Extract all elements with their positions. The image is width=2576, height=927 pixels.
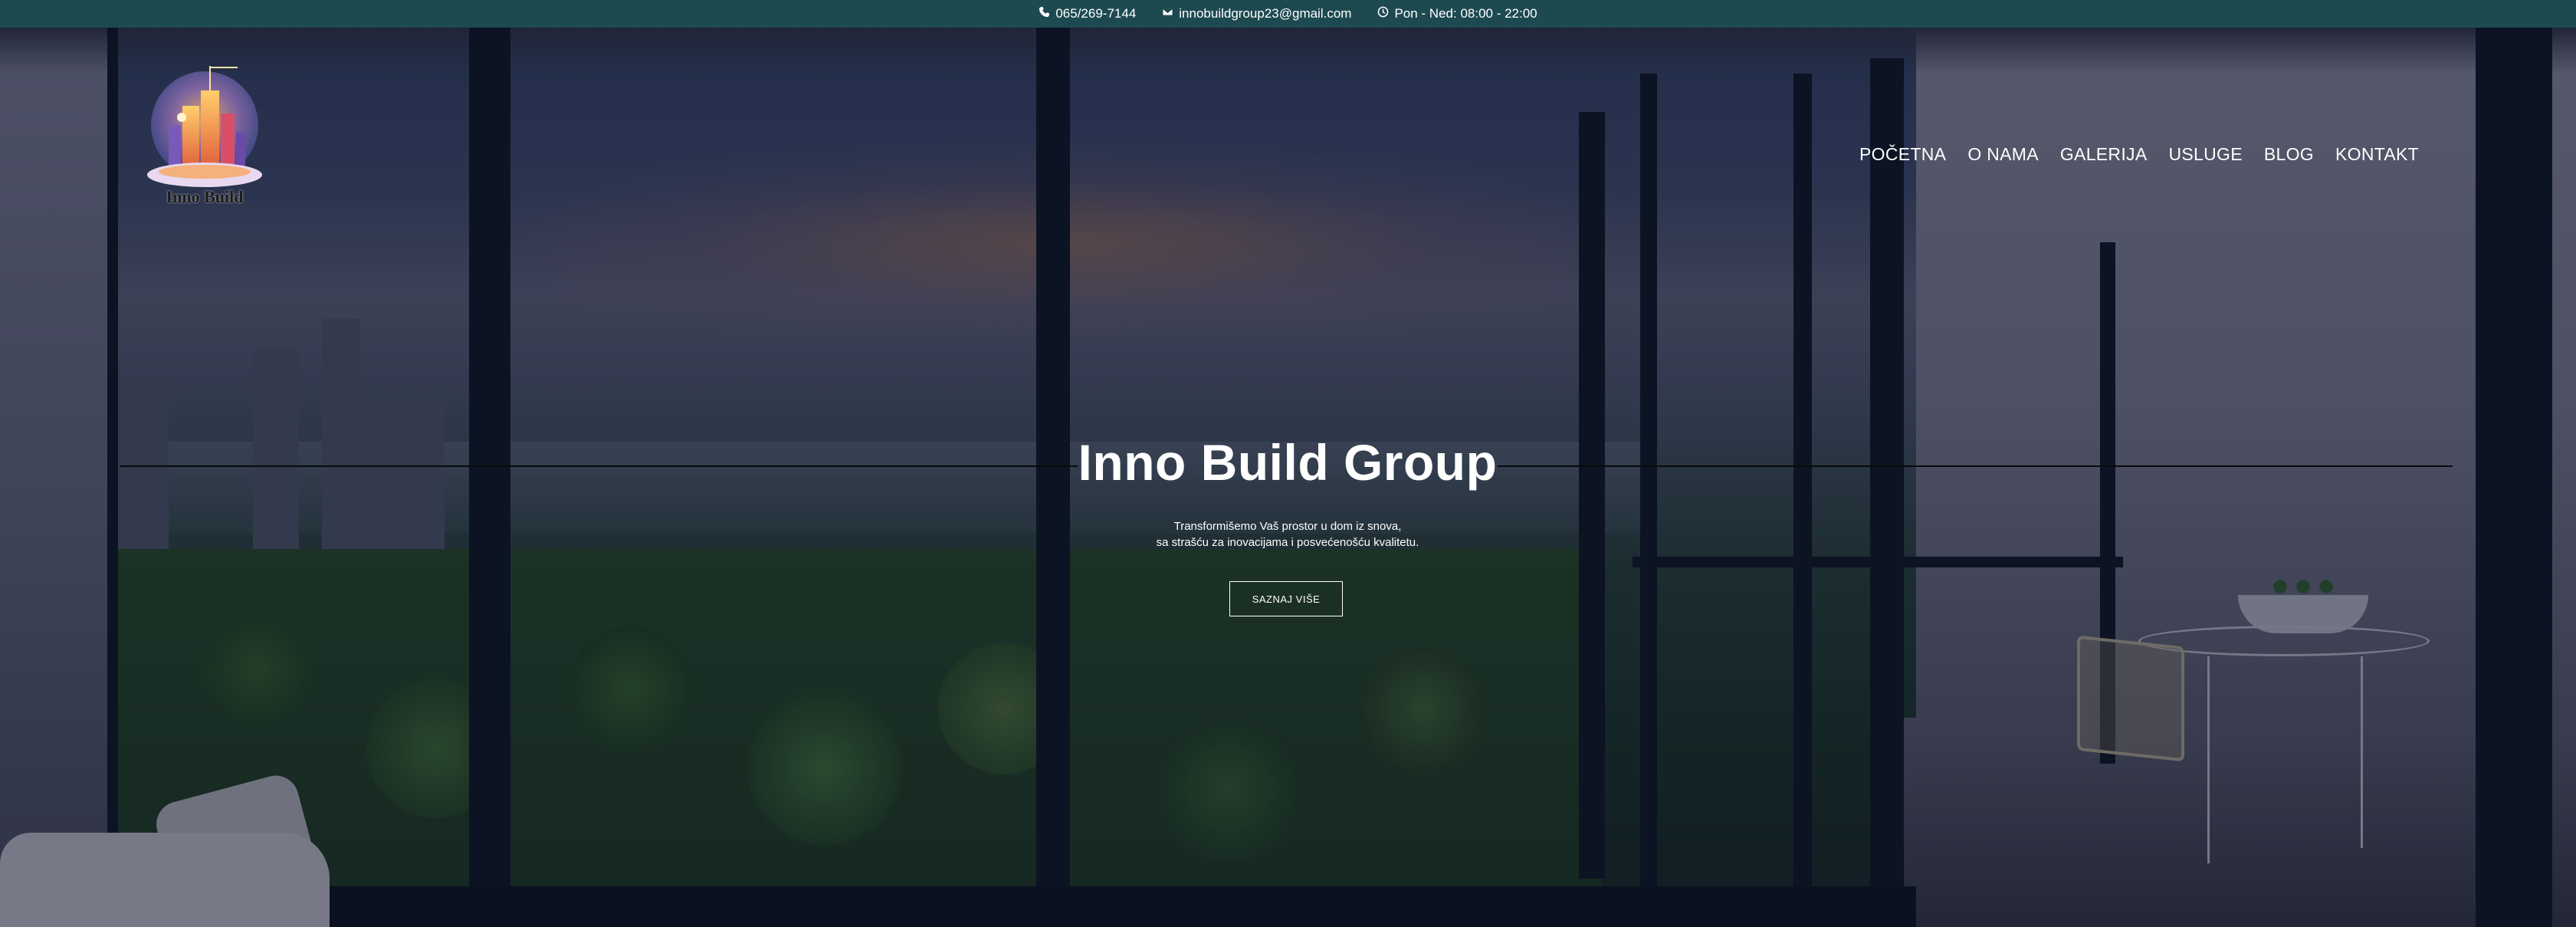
nav-item-galerija[interactable]: GALERIJA xyxy=(2060,144,2148,165)
nav-item-usluge[interactable]: USLUGE xyxy=(2168,144,2242,165)
nav-item-kontakt[interactable]: KONTAKT xyxy=(2335,144,2419,165)
nav-item-blog[interactable]: BLOG xyxy=(2264,144,2314,165)
logo-graphic xyxy=(147,66,262,187)
hero-subtitle: Transformišemo Vaš prostor u dom iz snov… xyxy=(1058,518,1518,551)
title-divider-right xyxy=(1498,465,2453,467)
phone-number: 065/269-7144 xyxy=(1055,6,1137,21)
hours-text: Pon - Ned: 08:00 - 22:00 xyxy=(1394,6,1537,21)
nav-item-o-nama[interactable]: O NAMA xyxy=(1967,144,2039,165)
main-navigation: POČETNA O NAMA GALERIJA USLUGE BLOG KONT… xyxy=(1859,144,2419,165)
title-divider-left xyxy=(120,465,1078,467)
nav-item-pocetna[interactable]: POČETNA xyxy=(1859,144,1946,165)
logo-text: Inno Build xyxy=(166,187,244,206)
working-hours: Pon - Ned: 08:00 - 22:00 xyxy=(1377,6,1537,21)
hero-subtitle-line-2: sa strašću za inovacijama i posvećenošću… xyxy=(1156,536,1419,549)
envelope-icon xyxy=(1162,6,1173,21)
learn-more-button[interactable]: SAZNAJ VIŠE xyxy=(1229,581,1343,616)
hero-title: Inno Build Group xyxy=(1078,434,1498,491)
phone-icon xyxy=(1039,6,1050,21)
top-contact-bar: 065/269-7144 innobuildgroup23@gmail.com … xyxy=(0,0,2576,28)
site-logo[interactable]: Inno Build xyxy=(139,52,270,206)
hero-subtitle-line-1: Transformišemo Vaš prostor u dom iz snov… xyxy=(1173,520,1402,533)
email-address: innobuildgroup23@gmail.com xyxy=(1179,6,1352,21)
phone-contact[interactable]: 065/269-7144 xyxy=(1039,6,1136,21)
clock-icon xyxy=(1377,6,1389,21)
email-contact[interactable]: innobuildgroup23@gmail.com xyxy=(1162,6,1351,21)
